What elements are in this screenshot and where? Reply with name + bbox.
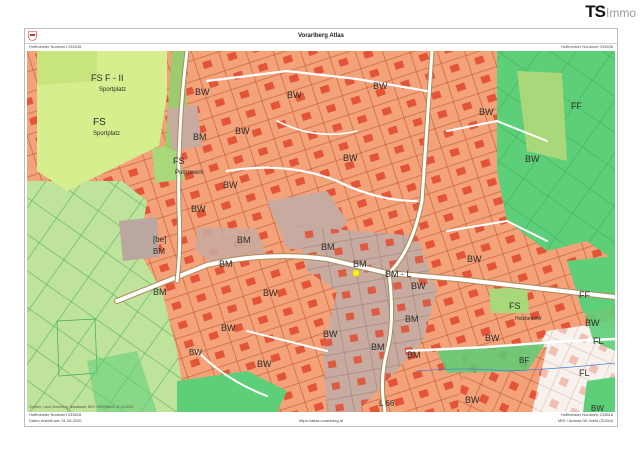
zone-label: BW [263, 288, 278, 298]
map-source: Quellen: Land Vorarlberg, Basiskarte: BE… [29, 405, 134, 409]
logo-secondary: Immo [606, 6, 636, 20]
zone-label: BW [485, 333, 500, 343]
coord-top-right: Hoffmeister Nordwert 234638 [560, 44, 613, 49]
footer-url[interactable]: https://atlas.vorarlberg.at [25, 418, 617, 423]
zone-label: BW [189, 348, 202, 357]
zone-label: BM [219, 259, 233, 269]
zoning-map-canvas[interactable]: FS F - II Sportplatz FS Sportplatz FS Pumpwer… [27, 51, 615, 412]
zone-label: FS [93, 117, 106, 128]
zone-label: BW [525, 154, 540, 164]
zone-label: BW [257, 359, 272, 369]
zone-label: FL [593, 336, 604, 346]
zone-label: FS [509, 301, 521, 311]
zone-label: FF [571, 101, 582, 111]
zone-label: [be] [153, 235, 166, 244]
atlas-print-frame: Vorarlberg Atlas Hoffmeister Nordwert 23… [24, 28, 618, 427]
zone-label: BW [323, 329, 338, 339]
zone-label: BM [321, 242, 335, 252]
zone-label: FS F - II [91, 73, 124, 83]
zone-label: BW [479, 107, 494, 117]
coord-bottom-left: Hoffmeister Nordwert 233818 [29, 412, 82, 417]
zone-label: BM [237, 235, 251, 245]
zone-label: BW [221, 323, 236, 333]
property-marker[interactable] [352, 269, 360, 277]
coord-top-left: Hoffmeister Nordwert 234638 [29, 44, 82, 49]
zone-label: BM [153, 287, 167, 297]
zone-label: BM [371, 342, 385, 352]
zone-label: BM [405, 314, 419, 324]
ts-immo-logo: TS Immo [585, 2, 636, 22]
zone-label: BM [153, 247, 165, 256]
zone-label: BM [353, 259, 367, 269]
coordinate-row-top: Hoffmeister Nordwert 234638 Hoffmeister … [25, 43, 617, 51]
zone-label: BW [467, 254, 482, 264]
zone-label: BW [585, 318, 600, 328]
zone-label: BW [191, 204, 206, 214]
zone-label: FF [579, 290, 590, 300]
logo-primary: TS [585, 2, 606, 21]
zone-label: BM [193, 132, 207, 142]
zone-label: L 66 [379, 399, 395, 408]
title-bar: Vorarlberg Atlas [25, 29, 617, 44]
zone-label: FS [173, 156, 185, 166]
footer-projection: MGI / Austria GK West (31254) [557, 418, 613, 423]
zone-label: Holzbehöfer [515, 316, 542, 322]
zone-label: BW [343, 153, 358, 163]
zone-label: BW [287, 90, 302, 100]
vorarlberg-crest-icon [28, 31, 37, 41]
zone-label: BW [373, 81, 388, 91]
zoning-map[interactable]: FS F - II Sportplatz FS Sportplatz FS Pumpwer… [27, 51, 615, 412]
zone-label: Sportplatz [99, 87, 126, 93]
zone-label: BM [407, 350, 421, 360]
zone-label: BW [195, 87, 210, 97]
zone-label: BW [235, 126, 250, 136]
zone-label: BW [591, 404, 604, 412]
zone-label: BW [465, 395, 480, 405]
zone-label: Pumpwerk [175, 170, 204, 176]
zone-label: FL [579, 368, 590, 378]
coord-bottom-right: Hoffmeister Nordwert 233818 [560, 412, 613, 417]
sport-field-north [37, 51, 97, 85]
mixed-zone-a [167, 105, 202, 151]
window-title: Vorarlberg Atlas [297, 33, 344, 39]
zone-label: Sportplatz [93, 131, 120, 137]
zone-label: BM - L [385, 269, 412, 279]
zone-label: BW [223, 180, 238, 190]
zone-label: BF [519, 356, 529, 365]
zone-label: BW [411, 281, 426, 291]
footer-bar: Hoffmeister Nordwert 233818 Hoffmeister … [25, 412, 617, 426]
